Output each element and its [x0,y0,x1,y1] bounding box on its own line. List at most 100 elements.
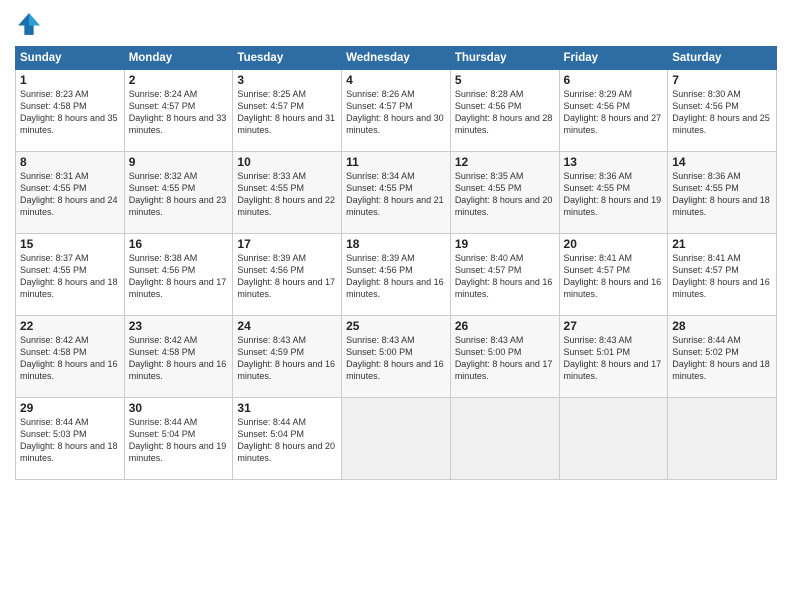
day-info: Sunrise: 8:42 AMSunset: 4:58 PMDaylight:… [20,334,120,383]
weekday-header-tuesday: Tuesday [233,47,342,70]
weekday-header-monday: Monday [124,47,233,70]
page: SundayMondayTuesdayWednesdayThursdayFrid… [0,0,792,612]
day-info: Sunrise: 8:40 AMSunset: 4:57 PMDaylight:… [455,252,555,301]
week-row-1: 1Sunrise: 8:23 AMSunset: 4:58 PMDaylight… [16,70,777,152]
day-number: 22 [20,319,120,333]
day-cell [559,398,668,480]
day-cell: 5Sunrise: 8:28 AMSunset: 4:56 PMDaylight… [450,70,559,152]
day-info: Sunrise: 8:29 AMSunset: 4:56 PMDaylight:… [564,88,664,137]
day-number: 28 [672,319,772,333]
day-cell: 17Sunrise: 8:39 AMSunset: 4:56 PMDayligh… [233,234,342,316]
day-number: 10 [237,155,337,169]
day-info: Sunrise: 8:44 AMSunset: 5:04 PMDaylight:… [129,416,229,465]
week-row-3: 15Sunrise: 8:37 AMSunset: 4:55 PMDayligh… [16,234,777,316]
day-info: Sunrise: 8:30 AMSunset: 4:56 PMDaylight:… [672,88,772,137]
day-info: Sunrise: 8:31 AMSunset: 4:55 PMDaylight:… [20,170,120,219]
day-cell: 18Sunrise: 8:39 AMSunset: 4:56 PMDayligh… [342,234,451,316]
day-cell: 16Sunrise: 8:38 AMSunset: 4:56 PMDayligh… [124,234,233,316]
day-number: 21 [672,237,772,251]
day-cell [450,398,559,480]
day-number: 29 [20,401,120,415]
day-number: 5 [455,73,555,87]
weekday-header-saturday: Saturday [668,47,777,70]
day-cell: 30Sunrise: 8:44 AMSunset: 5:04 PMDayligh… [124,398,233,480]
day-info: Sunrise: 8:25 AMSunset: 4:57 PMDaylight:… [237,88,337,137]
day-cell: 2Sunrise: 8:24 AMSunset: 4:57 PMDaylight… [124,70,233,152]
day-number: 26 [455,319,555,333]
day-info: Sunrise: 8:38 AMSunset: 4:56 PMDaylight:… [129,252,229,301]
day-number: 8 [20,155,120,169]
day-number: 25 [346,319,446,333]
day-info: Sunrise: 8:39 AMSunset: 4:56 PMDaylight:… [346,252,446,301]
day-number: 19 [455,237,555,251]
day-info: Sunrise: 8:43 AMSunset: 5:00 PMDaylight:… [455,334,555,383]
day-number: 1 [20,73,120,87]
logo-icon [15,10,43,38]
day-cell: 28Sunrise: 8:44 AMSunset: 5:02 PMDayligh… [668,316,777,398]
day-info: Sunrise: 8:44 AMSunset: 5:03 PMDaylight:… [20,416,120,465]
day-info: Sunrise: 8:28 AMSunset: 4:56 PMDaylight:… [455,88,555,137]
day-cell: 11Sunrise: 8:34 AMSunset: 4:55 PMDayligh… [342,152,451,234]
day-cell: 26Sunrise: 8:43 AMSunset: 5:00 PMDayligh… [450,316,559,398]
day-number: 12 [455,155,555,169]
day-cell [342,398,451,480]
day-number: 31 [237,401,337,415]
week-row-2: 8Sunrise: 8:31 AMSunset: 4:55 PMDaylight… [16,152,777,234]
day-number: 13 [564,155,664,169]
day-cell: 31Sunrise: 8:44 AMSunset: 5:04 PMDayligh… [233,398,342,480]
day-cell: 4Sunrise: 8:26 AMSunset: 4:57 PMDaylight… [342,70,451,152]
day-cell: 27Sunrise: 8:43 AMSunset: 5:01 PMDayligh… [559,316,668,398]
day-number: 16 [129,237,229,251]
day-info: Sunrise: 8:36 AMSunset: 4:55 PMDaylight:… [564,170,664,219]
header [15,10,777,38]
calendar-table: SundayMondayTuesdayWednesdayThursdayFrid… [15,46,777,480]
day-info: Sunrise: 8:23 AMSunset: 4:58 PMDaylight:… [20,88,120,137]
day-number: 11 [346,155,446,169]
day-number: 18 [346,237,446,251]
weekday-header-wednesday: Wednesday [342,47,451,70]
day-cell: 8Sunrise: 8:31 AMSunset: 4:55 PMDaylight… [16,152,125,234]
day-cell: 20Sunrise: 8:41 AMSunset: 4:57 PMDayligh… [559,234,668,316]
day-number: 3 [237,73,337,87]
day-info: Sunrise: 8:35 AMSunset: 4:55 PMDaylight:… [455,170,555,219]
day-cell: 3Sunrise: 8:25 AMSunset: 4:57 PMDaylight… [233,70,342,152]
day-cell: 13Sunrise: 8:36 AMSunset: 4:55 PMDayligh… [559,152,668,234]
day-number: 15 [20,237,120,251]
day-number: 27 [564,319,664,333]
day-info: Sunrise: 8:32 AMSunset: 4:55 PMDaylight:… [129,170,229,219]
day-info: Sunrise: 8:37 AMSunset: 4:55 PMDaylight:… [20,252,120,301]
day-number: 17 [237,237,337,251]
day-cell: 25Sunrise: 8:43 AMSunset: 5:00 PMDayligh… [342,316,451,398]
day-info: Sunrise: 8:36 AMSunset: 4:55 PMDaylight:… [672,170,772,219]
week-row-5: 29Sunrise: 8:44 AMSunset: 5:03 PMDayligh… [16,398,777,480]
day-number: 23 [129,319,229,333]
day-info: Sunrise: 8:33 AMSunset: 4:55 PMDaylight:… [237,170,337,219]
day-cell: 21Sunrise: 8:41 AMSunset: 4:57 PMDayligh… [668,234,777,316]
day-info: Sunrise: 8:43 AMSunset: 4:59 PMDaylight:… [237,334,337,383]
day-cell [668,398,777,480]
day-info: Sunrise: 8:42 AMSunset: 4:58 PMDaylight:… [129,334,229,383]
week-row-4: 22Sunrise: 8:42 AMSunset: 4:58 PMDayligh… [16,316,777,398]
day-number: 7 [672,73,772,87]
day-info: Sunrise: 8:43 AMSunset: 5:00 PMDaylight:… [346,334,446,383]
day-number: 4 [346,73,446,87]
weekday-header-thursday: Thursday [450,47,559,70]
day-info: Sunrise: 8:24 AMSunset: 4:57 PMDaylight:… [129,88,229,137]
day-number: 6 [564,73,664,87]
day-number: 9 [129,155,229,169]
day-cell: 6Sunrise: 8:29 AMSunset: 4:56 PMDaylight… [559,70,668,152]
day-cell: 1Sunrise: 8:23 AMSunset: 4:58 PMDaylight… [16,70,125,152]
day-info: Sunrise: 8:26 AMSunset: 4:57 PMDaylight:… [346,88,446,137]
weekday-header-row: SundayMondayTuesdayWednesdayThursdayFrid… [16,47,777,70]
day-info: Sunrise: 8:34 AMSunset: 4:55 PMDaylight:… [346,170,446,219]
day-cell: 14Sunrise: 8:36 AMSunset: 4:55 PMDayligh… [668,152,777,234]
logo [15,10,47,38]
day-info: Sunrise: 8:43 AMSunset: 5:01 PMDaylight:… [564,334,664,383]
day-cell: 24Sunrise: 8:43 AMSunset: 4:59 PMDayligh… [233,316,342,398]
day-cell: 23Sunrise: 8:42 AMSunset: 4:58 PMDayligh… [124,316,233,398]
weekday-header-friday: Friday [559,47,668,70]
day-cell: 22Sunrise: 8:42 AMSunset: 4:58 PMDayligh… [16,316,125,398]
day-info: Sunrise: 8:41 AMSunset: 4:57 PMDaylight:… [564,252,664,301]
weekday-header-sunday: Sunday [16,47,125,70]
day-cell: 29Sunrise: 8:44 AMSunset: 5:03 PMDayligh… [16,398,125,480]
